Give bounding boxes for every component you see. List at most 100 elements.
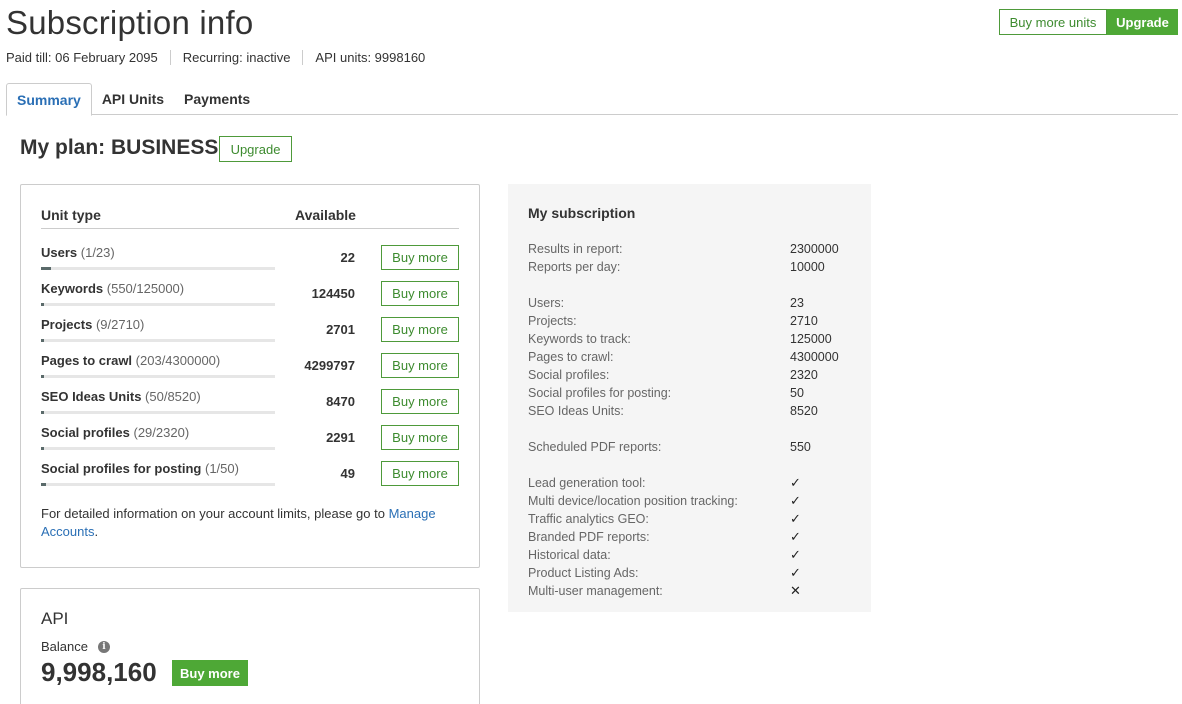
unit-usage: (203/4300000) (135, 353, 221, 368)
unit-row: Social profiles (29/2320) 2291 Buy more (41, 425, 459, 461)
unit-buy-more-button[interactable]: Buy more (381, 389, 459, 414)
unit-usage-fill (41, 267, 52, 270)
paid-till-text: Paid till: 06 February 2095 (6, 50, 158, 65)
subscription-row-value: 4300000 (790, 350, 839, 364)
subscription-row: Social profiles: 2320 (528, 368, 858, 386)
subscription-row-label: Lead generation tool: (528, 476, 646, 490)
unit-usage-bar (41, 267, 275, 270)
limits-note-text: For detailed information on your account… (41, 506, 389, 521)
subscription-row-label: SEO Ideas Units: (528, 404, 624, 418)
unit-usage: (50/8520) (145, 389, 201, 404)
subscription-row-value: 23 (790, 296, 804, 310)
unit-type-label: Keywords (41, 281, 104, 296)
unit-usage: (550/125000) (106, 281, 185, 296)
subscription-row-label: Keywords to track: (528, 332, 631, 346)
unit-usage-fill (41, 447, 44, 450)
check-icon: ✓ (790, 548, 801, 563)
api-title: API (41, 609, 69, 628)
subscription-row-value: 50 (790, 386, 804, 400)
subscription-row-label: Historical data: (528, 548, 611, 562)
unit-type-label: SEO Ideas Units (41, 389, 142, 404)
unit-buy-more-button[interactable]: Buy more (381, 461, 459, 486)
unit-usage-fill (41, 339, 44, 342)
unit-usage-bar (41, 411, 275, 414)
unit-buy-more-button[interactable]: Buy more (381, 353, 459, 378)
subscription-row: Results in report: 2300000 (528, 242, 858, 260)
tab-payments[interactable]: Payments (174, 83, 260, 115)
info-icon[interactable]: i (97, 640, 110, 653)
unit-row: Social profiles for posting (1/50) 49 Buy … (41, 461, 459, 497)
plan-title: My plan: BUSINESS (20, 136, 219, 159)
unit-available-value: 8470 (326, 394, 355, 409)
unit-type-label: Pages to crawl (41, 353, 133, 368)
unit-buy-more-button[interactable]: Buy more (381, 281, 459, 306)
subscription-row: Scheduled PDF reports: 550 (528, 440, 858, 458)
balance-label-row: Balance i (41, 639, 110, 654)
subscription-meta: Paid till: 06 February 2095 Recurring: i… (6, 50, 437, 65)
subscription-row-value: 2320 (790, 368, 818, 382)
check-icon: ✓ (790, 512, 801, 527)
unit-usage-fill (41, 411, 44, 414)
subscription-row-label: Projects: (528, 314, 577, 328)
cross-icon: ✕ (790, 584, 801, 599)
unit-usage-fill (41, 375, 44, 378)
subscription-row: Multi-user management: ✕ (528, 584, 858, 602)
unit-usage-bar (41, 447, 275, 450)
limits-note-end: . (94, 524, 99, 539)
page-title: Subscription info (6, 4, 254, 41)
subscription-row-label: Traffic analytics GEO: (528, 512, 649, 526)
check-icon: ✓ (790, 566, 801, 581)
my-subscription-panel: My subscription Results in report: 230000… (508, 184, 871, 612)
unit-buy-more-button[interactable]: Buy more (381, 425, 459, 450)
unit-row: Pages to crawl (203/4300000) 4299797 Buy m… (41, 353, 459, 389)
balance-label: Balance (41, 639, 88, 654)
unit-type-label: Projects (41, 317, 93, 332)
subscription-row: Branded PDF reports: ✓ (528, 530, 858, 548)
subscription-row: SEO Ideas Units: 8520 (528, 404, 858, 422)
api-card: API Balance i 9,998,160 Buy more (20, 588, 480, 704)
unit-usage-fill (41, 483, 46, 486)
subscription-row: Reports per day: 10000 (528, 260, 858, 278)
api-buy-more-button[interactable]: Buy more (172, 660, 248, 686)
subscription-row-label: Social profiles for posting: (528, 386, 672, 400)
upgrade-button[interactable]: Upgrade (1107, 9, 1178, 35)
unit-available-value: 22 (340, 250, 355, 265)
subscription-row-label: Scheduled PDF reports: (528, 440, 662, 454)
subscription-row: Traffic analytics GEO: ✓ (528, 512, 858, 530)
subscription-row-value: 10000 (790, 260, 825, 274)
subscription-row-label: Users: (528, 296, 565, 310)
unit-name: Projects (9/2710) (41, 317, 144, 332)
available-header: Available (295, 207, 356, 223)
unit-name: SEO Ideas Units (50/8520) (41, 389, 201, 404)
subscription-row-value: 2710 (790, 314, 818, 328)
plan-upgrade-button[interactable]: Upgrade (219, 136, 292, 162)
check-icon: ✓ (790, 530, 801, 545)
unit-name: Social profiles (29/2320) (41, 425, 189, 440)
subscription-row-value: 8520 (790, 404, 818, 418)
subscription-row-label: Pages to crawl: (528, 350, 614, 364)
unit-available-value: 49 (340, 466, 355, 481)
unit-available-value: 4299797 (304, 358, 355, 373)
unit-name: Keywords (550/125000) (41, 281, 184, 296)
subscription-row: Lead generation tool: ✓ (528, 476, 858, 494)
check-icon: ✓ (790, 494, 801, 509)
subscription-row: Product Listing Ads: ✓ (528, 566, 858, 584)
api-balance-value: 9,998,160 (41, 657, 157, 687)
buy-more-units-button[interactable]: Buy more units (999, 9, 1107, 35)
unit-type-label: Users (41, 245, 78, 260)
subscription-row-value: 550 (790, 440, 811, 454)
subscription-row: Social profiles for posting: 50 (528, 386, 858, 404)
unit-name: Pages to crawl (203/4300000) (41, 353, 220, 368)
unit-usage: (9/2710) (95, 317, 145, 332)
my-subscription-title: My subscription (528, 205, 636, 221)
tab-api-units[interactable]: API Units (92, 83, 174, 115)
tab-summary[interactable]: Summary (6, 83, 92, 116)
subscription-row: Multi device/location position tracking:… (528, 494, 858, 512)
subscription-row: Projects: 2710 (528, 314, 858, 332)
unit-buy-more-button[interactable]: Buy more (381, 245, 459, 270)
unit-type-label: Social profiles for posting (41, 461, 202, 476)
unit-name: Social profiles for posting (1/50) (41, 461, 239, 476)
unit-available-value: 2701 (326, 322, 355, 337)
subscription-row: Users: 23 (528, 296, 858, 314)
unit-buy-more-button[interactable]: Buy more (381, 317, 459, 342)
